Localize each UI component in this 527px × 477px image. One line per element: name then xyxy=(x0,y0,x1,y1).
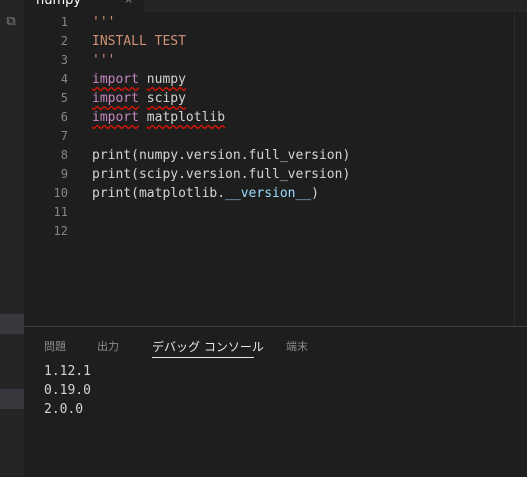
tab-problems[interactable]: 問題 xyxy=(44,339,66,355)
line-number: 9 xyxy=(60,167,68,181)
code-text: import matplotlib xyxy=(92,108,225,127)
code-line: 12 xyxy=(24,222,514,241)
code-line: 8 print(numpy.version.full_version) xyxy=(24,146,514,165)
tab-debug-console[interactable]: デバッグ コンソール xyxy=(152,339,264,355)
code-text: print(scipy.version.full_version) xyxy=(92,167,351,182)
line-number: 1 xyxy=(60,15,68,29)
code-line: 4 import numpy xyxy=(24,70,514,89)
bottom-panel: 問題 出力 デバッグ コンソール 端末 1.12.1 0.19.0 2.0.0 xyxy=(24,326,527,477)
code-line: 10 print(matplotlib.__version__) xyxy=(24,184,514,203)
tab-terminal[interactable]: 端末 xyxy=(286,339,308,355)
console-output-line: 2.0.0 xyxy=(44,402,84,417)
code-line: 3 ''' xyxy=(24,51,514,70)
line-number: 8 xyxy=(60,148,68,162)
code-line: 1 ''' xyxy=(24,13,514,32)
code-text: ''' xyxy=(92,15,116,30)
tab-output[interactable]: 出力 xyxy=(97,339,119,355)
editor-scrollbar[interactable] xyxy=(514,12,527,326)
line-number: 6 xyxy=(60,110,68,124)
line-number: 3 xyxy=(60,53,68,67)
code-segment: ) xyxy=(311,186,319,201)
code-editor[interactable]: 1 ''' 2 INSTALL TEST 3 ''' 4 import nump… xyxy=(24,12,527,326)
code-segment: print(matplotlib. xyxy=(92,186,226,201)
line-number: 12 xyxy=(53,224,68,238)
code-text: INSTALL TEST xyxy=(92,34,186,49)
code-line: 5 import scipy xyxy=(24,89,514,108)
tab-bar: numpy × xyxy=(24,0,527,12)
line-number: 11 xyxy=(53,205,68,219)
module-name: matplotlib xyxy=(146,110,226,125)
code-line: 2 INSTALL TEST xyxy=(24,32,514,51)
dunder-attribute: __version__ xyxy=(225,186,312,201)
line-number: 5 xyxy=(60,91,68,105)
code-text: print(numpy.version.full_version) xyxy=(92,148,351,163)
code-line: 9 print(scipy.version.full_version) xyxy=(24,165,514,184)
keyword: import xyxy=(92,91,139,106)
code-text: import scipy xyxy=(92,89,186,108)
tab-label: numpy xyxy=(36,0,82,8)
line-number: 2 xyxy=(60,34,68,48)
keyword: import xyxy=(92,110,139,125)
activity-bar: ⧉ xyxy=(0,0,25,476)
keyword: import xyxy=(92,72,139,87)
line-number: 10 xyxy=(53,186,68,200)
console-output-line: 0.19.0 xyxy=(44,383,91,398)
copy-icon[interactable]: ⧉ xyxy=(4,15,18,29)
module-name: scipy xyxy=(146,91,186,106)
code-text: import numpy xyxy=(92,70,186,89)
code-line: 6 import matplotlib xyxy=(24,108,514,127)
tab-numpy[interactable]: numpy × xyxy=(24,0,144,12)
code-line: 11 xyxy=(24,203,514,222)
close-icon[interactable]: × xyxy=(124,0,133,7)
module-name: numpy xyxy=(146,72,186,87)
code-line: 7 xyxy=(24,127,514,146)
activity-item-highlight[interactable] xyxy=(0,314,24,334)
code-text: ''' xyxy=(92,53,116,68)
code-text: print(matplotlib.__version__) xyxy=(92,184,319,203)
line-number: 4 xyxy=(60,72,68,86)
console-output-line: 1.12.1 xyxy=(44,364,91,379)
line-number: 7 xyxy=(60,129,68,143)
active-tab-indicator xyxy=(152,357,254,358)
activity-item-highlight[interactable] xyxy=(0,389,24,409)
